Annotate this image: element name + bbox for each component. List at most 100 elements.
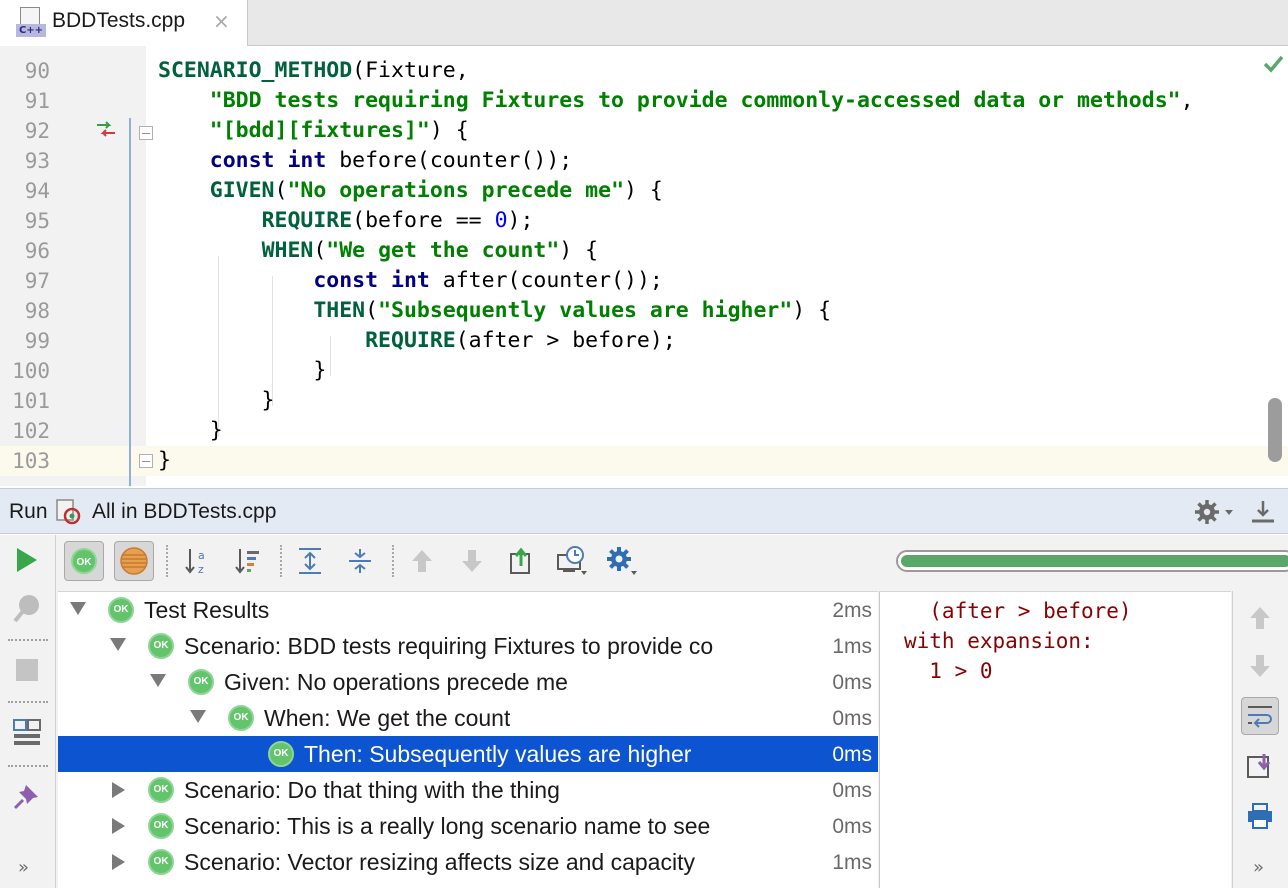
close-tab-icon[interactable]: × <box>213 9 230 33</box>
fold-toggle-icon[interactable] <box>139 454 153 468</box>
run-panel: » OK a z OK Test Results 2ms OK Scenario… <box>0 535 1288 888</box>
test-name: Scenario: BDD tests requiring Fixtures t… <box>184 633 714 659</box>
console-text: (after > before) with expansion: 1 > 0 <box>904 599 1132 683</box>
export-icon <box>510 547 530 574</box>
collapsed-arrow-icon[interactable] <box>112 818 125 834</box>
code-line[interactable]: "BDD tests requiring Fixtures to provide… <box>158 86 1194 116</box>
code-token: } <box>158 418 223 443</box>
scroll-to-end-icon <box>1247 754 1271 778</box>
line-number: 97 <box>24 269 50 293</box>
test-tree-row[interactable]: OK Scenario: BDD tests requiring Fixtures… <box>58 628 878 664</box>
code-line[interactable]: } <box>158 416 1194 446</box>
test-tree-row[interactable]: OK Given: No operations precede me 0ms <box>58 664 878 700</box>
test-history-button[interactable] <box>552 541 592 581</box>
previous-failed-test-button[interactable] <box>402 541 442 581</box>
test-settings-button[interactable] <box>602 541 642 581</box>
code-token: (after > before); <box>455 328 676 353</box>
export-results-button[interactable] <box>502 541 542 581</box>
editor-tab-bddtests[interactable]: C++ BDDTests.cpp × <box>0 0 248 46</box>
rerun-icon <box>17 548 37 572</box>
next-failed-test-button[interactable] <box>452 541 492 581</box>
scroll-up-button[interactable] <box>1241 599 1279 637</box>
fold-toggle-icon[interactable] <box>139 126 153 140</box>
run-test-gutter-icon[interactable] <box>95 118 117 140</box>
code-line[interactable]: THEN("Subsequently values are higher") { <box>158 296 1194 326</box>
inspection-ok-icon[interactable] <box>1262 54 1284 74</box>
more-actions-icon[interactable]: » <box>1253 857 1264 878</box>
code-token: "BDD tests requiring Fixtures to provide… <box>209 88 1181 113</box>
sort-by-duration-button[interactable] <box>228 541 268 581</box>
test-progress-fill <box>901 555 1288 567</box>
code-token: REQUIRE <box>365 328 456 353</box>
code-line[interactable]: REQUIRE(after > before); <box>158 326 1194 356</box>
show-ignored-button[interactable] <box>114 541 154 581</box>
code-editor[interactable]: 90 91 92 93 94 95 96 97 98 99 100 101 102 103 SCENARI… <box>0 46 1288 486</box>
code-token: (Fixture, <box>352 58 469 83</box>
layout-button[interactable] <box>10 715 44 749</box>
run-config-name[interactable]: All in BDDTests.cpp <box>92 500 276 524</box>
rerun-button[interactable] <box>10 543 44 577</box>
test-tree-row[interactable]: OK When: We get the count 0ms <box>58 700 878 736</box>
test-name: When: We get the count <box>264 705 511 731</box>
test-tree-row[interactable]: OK Scenario: This is a really long scenar… <box>58 808 878 844</box>
code-line[interactable]: WHEN("We get the count") { <box>158 236 1194 266</box>
pin-tab-button[interactable] <box>10 779 44 813</box>
code-token: "[bdd][fixtures]" <box>209 118 430 143</box>
code-line[interactable]: REQUIRE(before == 0); <box>158 206 1194 236</box>
code-line[interactable]: } <box>158 356 1194 386</box>
expanded-arrow-icon[interactable] <box>110 638 126 651</box>
test-tree-row[interactable]: OK Then: Subsequently values are higher 0m… <box>58 736 878 772</box>
test-tree-row[interactable]: OK Scenario: Vector resizing affects size… <box>58 844 878 880</box>
line-number: 98 <box>24 299 50 323</box>
code-token: after(counter()); <box>429 268 663 293</box>
code-line[interactable]: const int after(counter()); <box>158 266 1194 296</box>
code-line[interactable]: GIVEN("No operations precede me") { <box>158 176 1194 206</box>
more-actions-icon[interactable]: » <box>18 857 29 878</box>
tab-title: BDDTests.cpp <box>52 9 186 32</box>
expanded-arrow-icon[interactable] <box>150 674 166 687</box>
expanded-arrow-icon[interactable] <box>70 602 86 615</box>
code-line[interactable]: const int before(counter()); <box>158 146 1194 176</box>
code-line[interactable]: "[bdd][fixtures]") { <box>158 116 1194 146</box>
code-lines[interactable]: SCENARIO_METHOD(Fixture, "BDD tests requ… <box>158 56 1194 476</box>
test-passed-icon: OK <box>268 741 294 767</box>
code-token: GIVEN <box>209 178 275 203</box>
sort-alphabetically-button[interactable]: a z <box>178 541 218 581</box>
code-line[interactable]: } <box>158 386 1194 416</box>
print-button[interactable] <box>1241 797 1279 835</box>
collapsed-arrow-icon[interactable] <box>112 854 125 870</box>
scroll-down-button[interactable] <box>1241 647 1279 685</box>
code-token: (before == <box>352 208 495 233</box>
collapse-all-button[interactable] <box>340 541 380 581</box>
editor-scrollbar-thumb[interactable] <box>1268 398 1282 462</box>
test-tree-row[interactable]: OK Test Results 2ms <box>58 592 878 628</box>
print-icon <box>1248 803 1272 829</box>
expanded-arrow-icon[interactable] <box>190 710 206 723</box>
code-token: 0 <box>494 208 508 233</box>
code-line[interactable]: SCENARIO_METHOD(Fixture, <box>158 56 1194 86</box>
show-passed-button[interactable]: OK <box>64 541 104 581</box>
scroll-to-end-button[interactable] <box>1241 747 1279 785</box>
test-tree-row[interactable]: OK Scenario: Do that thing with the thing… <box>58 772 878 808</box>
hide-panel-icon[interactable] <box>1250 499 1276 525</box>
settings-gear-icon[interactable] <box>1195 499 1235 525</box>
code-line[interactable]: } <box>158 446 1194 476</box>
svg-text:z: z <box>198 563 204 576</box>
line-number: 101 <box>12 389 50 413</box>
test-console-output[interactable]: (after > before) with expansion: 1 > 0 <box>879 591 1231 888</box>
soft-wrap-button[interactable] <box>1241 697 1279 735</box>
expand-all-button[interactable] <box>290 541 330 581</box>
stop-button[interactable] <box>10 653 44 687</box>
toolbar-separator <box>166 545 168 577</box>
line-number: 94 <box>24 179 50 203</box>
test-results-tree[interactable]: OK Test Results 2ms OK Scenario: BDD tests r… <box>58 591 878 888</box>
line-number: 92 <box>24 119 50 143</box>
collapsed-arrow-icon[interactable] <box>112 782 125 798</box>
code-token: ( <box>313 238 327 263</box>
sort-alpha-icon: a z <box>185 549 205 576</box>
code-token: before(counter()); <box>326 148 573 173</box>
rerun-failed-button[interactable] <box>10 591 44 625</box>
run-left-toolbar: » <box>0 535 56 888</box>
